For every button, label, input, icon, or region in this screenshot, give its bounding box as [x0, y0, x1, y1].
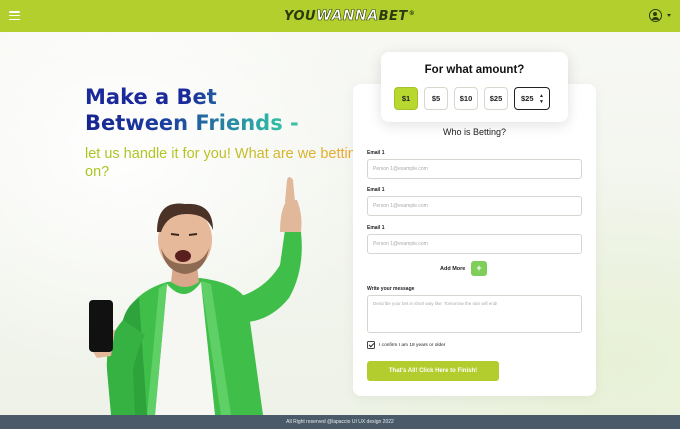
email-label-1: Email 1 [367, 150, 385, 156]
amount-option-25[interactable]: $25 [484, 87, 508, 110]
headline-line-2: Between Friends - [85, 110, 355, 136]
message-field[interactable] [367, 295, 582, 333]
logo-wanna: WANNA [316, 8, 379, 25]
footer: All Right reserved @lapaccio UI UX desig… [0, 415, 680, 429]
top-navigation-bar: YOU WANNA BET ® [0, 0, 680, 32]
email-field-2[interactable] [367, 196, 582, 216]
amount-option-1[interactable]: $1 [394, 87, 418, 110]
up-down-arrows-icon: ▲ ▼ [539, 93, 544, 105]
footer-copyright: All Right reserved @lapaccio UI UX desig… [286, 419, 394, 425]
add-more-label: Add More [440, 266, 466, 272]
amount-option-5[interactable]: $5 [424, 87, 448, 110]
headline-line-1: Make a Bet [85, 84, 355, 110]
age-confirm-checkbox[interactable] [367, 341, 375, 349]
email-field-3[interactable] [367, 234, 582, 254]
brand-logo[interactable]: YOU WANNA BET ® [284, 8, 416, 25]
amount-select-value: $25 [521, 94, 534, 103]
amount-title: For what amount? [424, 64, 525, 76]
chevron-down-icon[interactable] [667, 14, 671, 17]
logo-you: YOU [284, 8, 317, 24]
message-label: Write your message [367, 286, 415, 292]
add-more-button[interactable]: + [471, 261, 487, 276]
email-field-1[interactable] [367, 159, 582, 179]
hamburger-icon[interactable] [9, 11, 20, 21]
hero-headline: Make a Bet Between Friends - [85, 84, 355, 136]
amount-option-10[interactable]: $10 [454, 87, 478, 110]
amount-select[interactable]: $25 ▲ ▼ [514, 87, 550, 110]
age-confirm-label: I confirm I am 18 years or older [379, 343, 446, 348]
excited-man-with-phone-illustration [89, 177, 302, 415]
amount-card: For what amount? $1 $5 $10 $25 $25 ▲ ▼ [381, 52, 568, 122]
who-is-betting-title: Who is Betting? [442, 127, 507, 137]
user-circle-icon[interactable] [649, 9, 662, 22]
finish-button[interactable]: That's All! Click Here to Finish! [367, 361, 499, 381]
email-label-2: Email 1 [367, 187, 385, 193]
email-label-3: Email 1 [367, 225, 385, 231]
logo-bet: BET [378, 8, 408, 24]
logo-registered-mark: ® [408, 10, 416, 17]
